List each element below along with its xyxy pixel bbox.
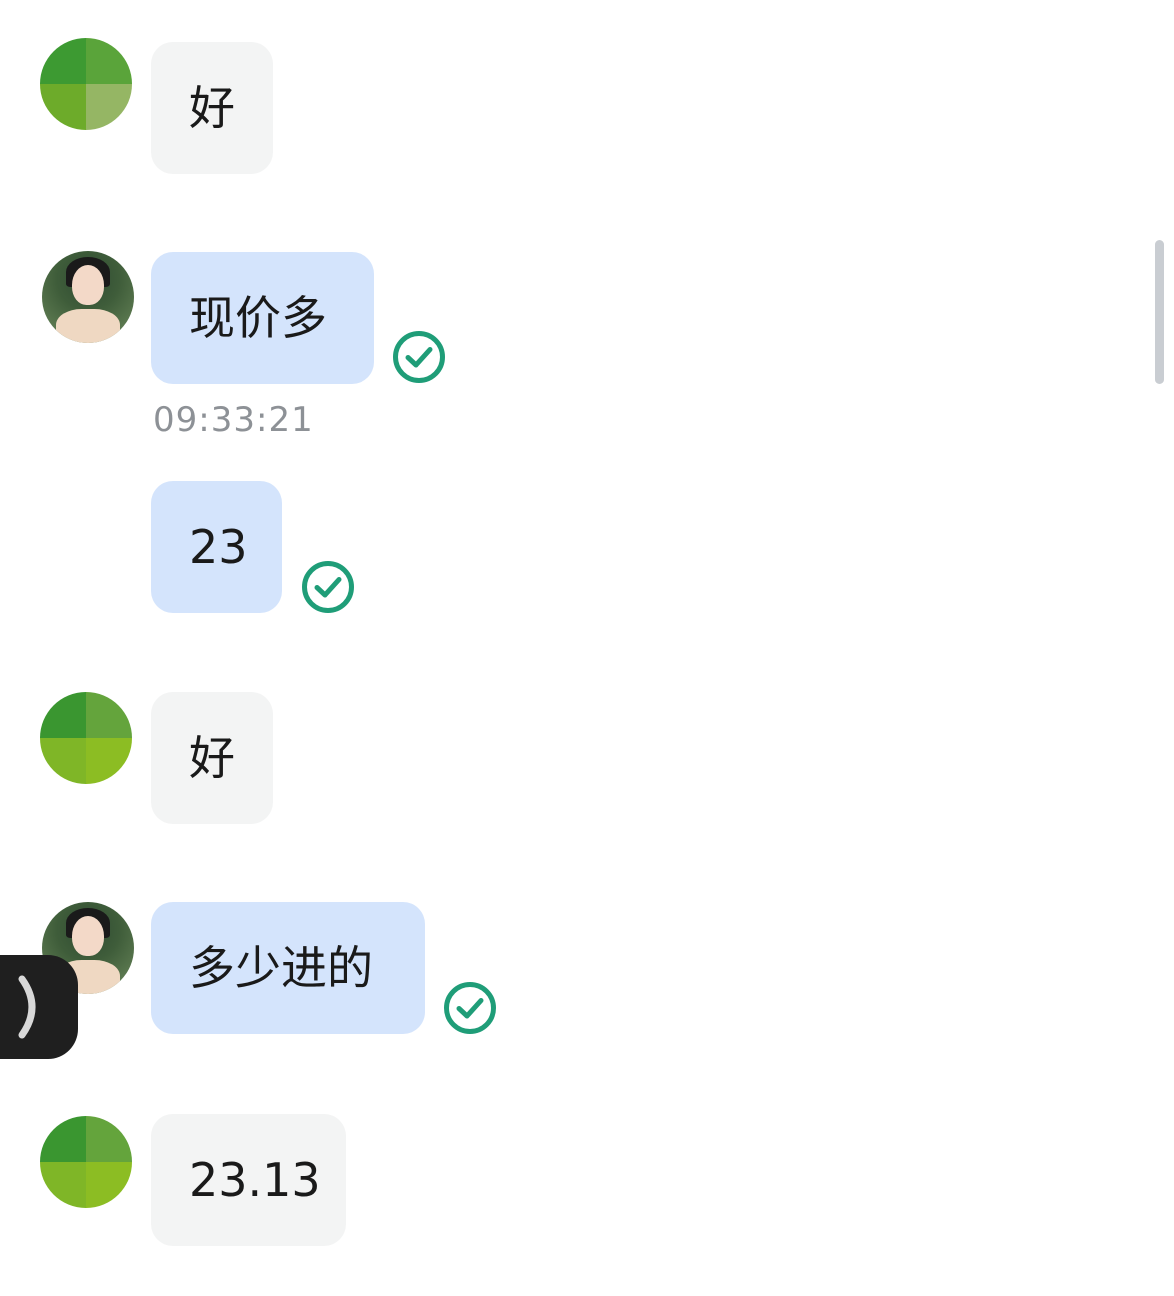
avatar-tile — [40, 738, 86, 784]
message-bubble-incoming[interactable]: 好 — [151, 42, 273, 174]
avatar-tile — [40, 38, 86, 84]
avatar-tile — [40, 692, 86, 738]
avatar-tile — [86, 84, 132, 130]
side-panel-handle[interactable] — [0, 955, 78, 1059]
user-avatar[interactable] — [42, 251, 134, 343]
message-bubble-incoming[interactable]: 好 — [151, 692, 273, 824]
message-bubble-outgoing[interactable]: 23 — [151, 481, 282, 613]
avatar-tile — [40, 84, 86, 130]
message-bubble-incoming[interactable]: 23.13 — [151, 1114, 346, 1246]
check-circle-icon — [393, 331, 445, 383]
message-bubble-outgoing[interactable]: 现价多 — [151, 252, 374, 384]
avatar-tile — [86, 38, 132, 84]
contact-avatar[interactable] — [40, 692, 132, 784]
check-circle-icon — [444, 982, 496, 1034]
scrollbar-thumb[interactable] — [1155, 240, 1164, 384]
chat-message-list[interactable]: 好 现价多 09:33:21 23 好 多少进的 23.13 — [0, 0, 1174, 1296]
avatar-tile — [40, 1116, 86, 1162]
avatar-tile — [40, 1162, 86, 1208]
avatar-tile — [86, 692, 132, 738]
avatar-tile — [86, 1162, 132, 1208]
avatar-figure — [72, 265, 104, 305]
check-circle-icon — [302, 561, 354, 613]
contact-avatar[interactable] — [40, 38, 132, 130]
avatar-figure — [56, 309, 120, 343]
avatar-figure — [72, 916, 104, 956]
message-bubble-outgoing[interactable]: 多少进的 — [151, 902, 425, 1034]
message-timestamp: 09:33:21 — [153, 400, 314, 440]
chevron-right-icon — [18, 975, 36, 1039]
contact-avatar[interactable] — [40, 1116, 132, 1208]
avatar-tile — [86, 1116, 132, 1162]
avatar-tile — [86, 738, 132, 784]
